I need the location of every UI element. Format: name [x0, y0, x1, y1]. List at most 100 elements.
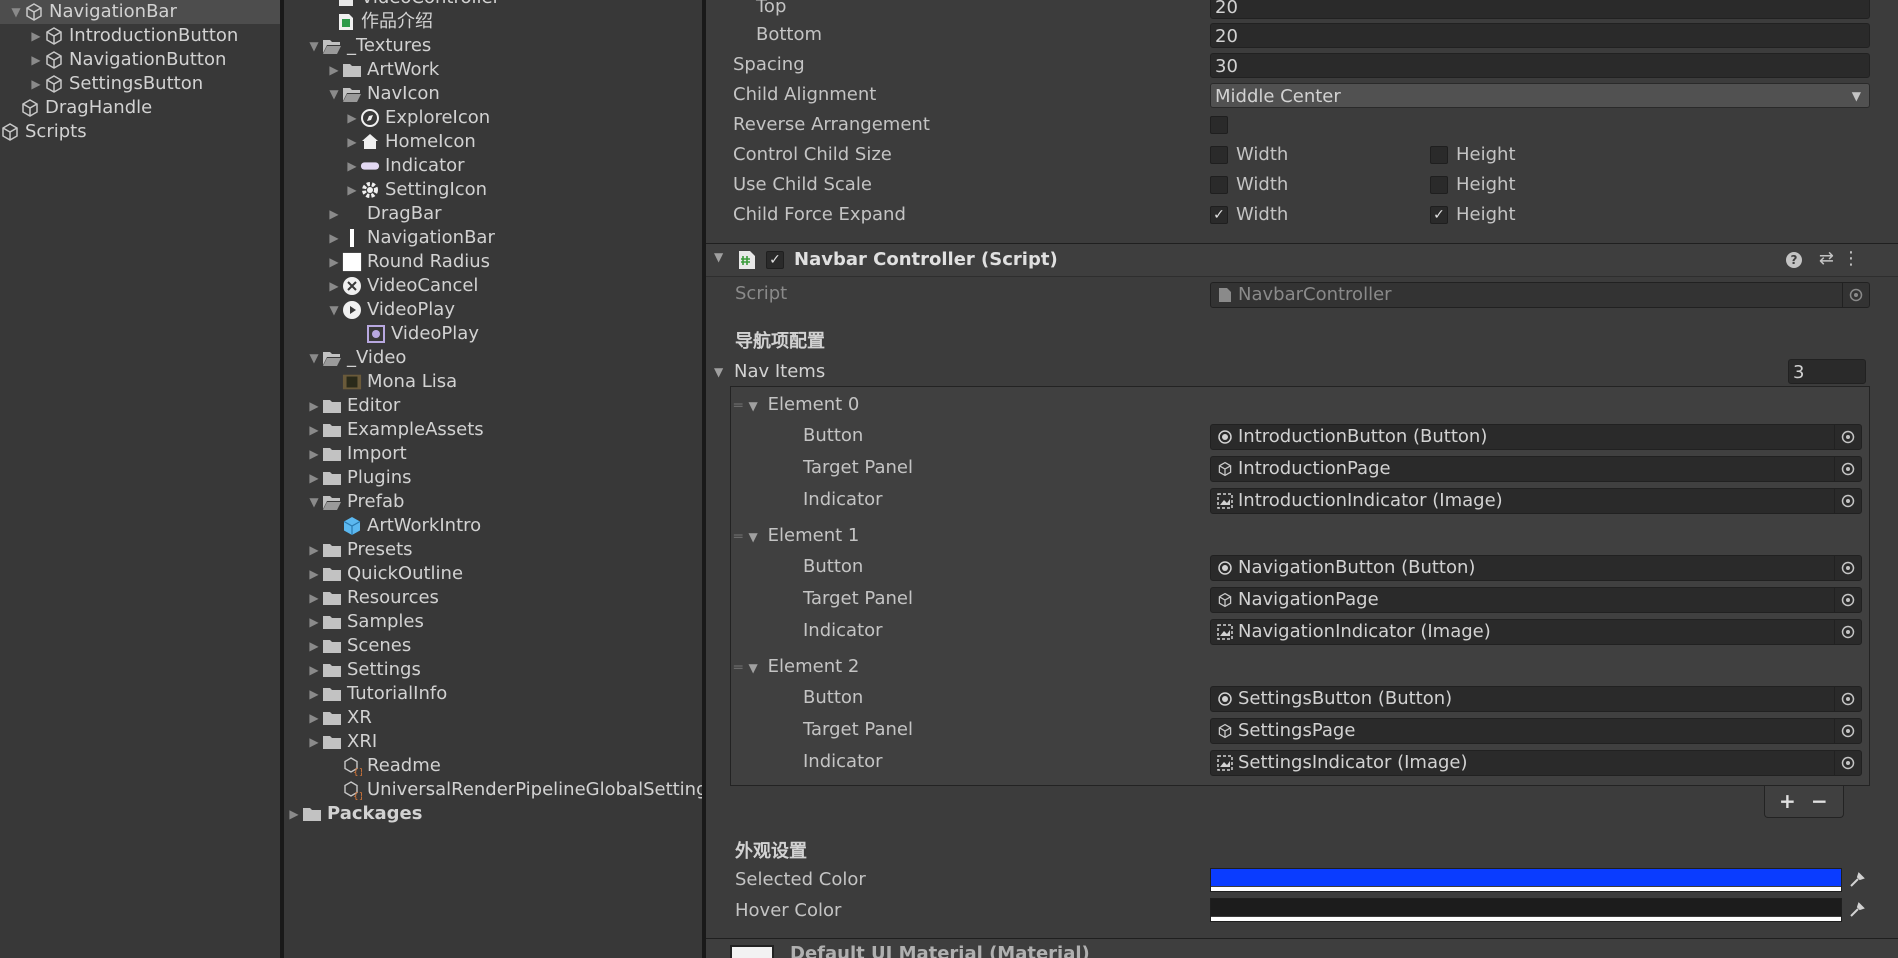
project-item[interactable]: ▶ Presets [306, 538, 412, 562]
child-alignment-dropdown[interactable]: Middle Center ▼ [1210, 83, 1870, 108]
chevron-right-icon[interactable]: ▶ [306, 682, 322, 706]
object-picker-icon[interactable] [1834, 489, 1861, 513]
hierarchy-item[interactable]: ▶ NavigationButton [0, 48, 280, 72]
chevron-down-icon[interactable]: ▼ [306, 346, 322, 370]
drag-handle-icon[interactable]: ═ [734, 660, 742, 676]
help-icon[interactable]: ? [1786, 252, 1802, 268]
element-foldout[interactable]: ═ ▼ Element 1 [734, 523, 859, 549]
indicator-object-field[interactable]: SettingsIndicator (Image) [1210, 750, 1862, 776]
preset-icon[interactable]: ⇄ [1819, 248, 1834, 269]
navbar-controller-header[interactable]: ▼ ✓ Navbar Controller (Script) ? ⇄ ⋮ [706, 243, 1898, 277]
project-item[interactable]: ▶ HomeIcon [344, 130, 475, 154]
control-width-checkbox[interactable] [1210, 146, 1228, 164]
project-item[interactable]: ▶ Plugins [306, 466, 411, 490]
project-item[interactable]: ArtWorkIntro [326, 514, 481, 538]
chevron-right-icon[interactable]: ▶ [306, 466, 322, 490]
project-item[interactable]: ▼ _Video [306, 346, 406, 370]
project-item[interactable]: ▶ XR [306, 706, 371, 730]
chevron-right-icon[interactable]: ▶ [306, 586, 322, 610]
project-item[interactable]: ▶ Scenes [306, 634, 411, 658]
project-item[interactable]: ▶ Editor [306, 394, 400, 418]
project-item[interactable]: ▶ NavigationBar [326, 226, 495, 250]
remove-element-button[interactable]: − [1811, 789, 1828, 813]
object-picker-icon[interactable] [1834, 719, 1861, 743]
chevron-right-icon[interactable]: ▶ [286, 802, 302, 826]
nav-items-count-field[interactable]: 3 [1788, 359, 1866, 384]
project-item[interactable]: 作品介绍 [336, 10, 433, 34]
chevron-right-icon[interactable]: ▶ [28, 24, 44, 48]
chevron-down-icon[interactable]: ▼ [8, 0, 24, 24]
chevron-down-icon[interactable]: ▼ [326, 82, 342, 106]
project-item[interactable]: ▼ NavIcon [326, 82, 439, 106]
eyedropper-icon[interactable] [1844, 868, 1870, 892]
chevron-right-icon[interactable]: ▶ [344, 130, 360, 154]
target-object-field[interactable]: SettingsPage [1210, 718, 1862, 744]
chevron-right-icon[interactable]: ▶ [326, 274, 342, 298]
project-item[interactable]: ▶ XRI [306, 730, 377, 754]
button-object-field[interactable]: SettingsButton (Button) [1210, 686, 1862, 712]
chevron-right-icon[interactable]: ▶ [306, 562, 322, 586]
project-item[interactable]: ▶ QuickOutline [306, 562, 463, 586]
foldout-arrow-icon[interactable]: ▼ [714, 250, 723, 264]
chevron-down-icon[interactable]: ▼ [306, 34, 322, 58]
material-header[interactable]: Default UI Material (Material) [706, 938, 1898, 958]
scale-height-checkbox[interactable] [1430, 176, 1448, 194]
chevron-right-icon[interactable]: ▶ [326, 58, 342, 82]
element-foldout[interactable]: ═ ▼ Element 0 [734, 392, 859, 418]
indicator-object-field[interactable]: NavigationIndicator (Image) [1210, 619, 1862, 645]
project-item[interactable]: ▶ Samples [306, 610, 424, 634]
scale-width-checkbox[interactable] [1210, 176, 1228, 194]
project-item[interactable]: ▶ Settings [306, 658, 420, 682]
target-object-field[interactable]: IntroductionPage [1210, 456, 1862, 482]
chevron-down-icon[interactable]: ▼ [326, 298, 342, 322]
project-item[interactable]: ▼ Prefab [306, 490, 404, 514]
button-object-field[interactable]: IntroductionButton (Button) [1210, 424, 1862, 450]
indicator-object-field[interactable]: IntroductionIndicator (Image) [1210, 488, 1862, 514]
drag-handle-icon[interactable]: ═ [734, 398, 742, 414]
hierarchy-item[interactable]: DragHandle [0, 96, 280, 120]
hierarchy-item[interactable]: ▼ NavigationBar [0, 0, 280, 24]
selected-color-field[interactable] [1210, 868, 1842, 892]
bottom-padding-field[interactable]: 20 [1210, 23, 1870, 48]
object-picker-icon[interactable] [1834, 687, 1861, 711]
reverse-arrangement-checkbox[interactable] [1210, 116, 1228, 134]
chevron-right-icon[interactable]: ▶ [344, 154, 360, 178]
project-item[interactable]: ▶ DragBar [326, 202, 441, 226]
chevron-down-icon[interactable]: ▼ [748, 399, 757, 413]
chevron-right-icon[interactable]: ▶ [306, 442, 322, 466]
project-item[interactable]: ▶ Round Radius [326, 250, 490, 274]
project-item[interactable]: VideoController [336, 0, 500, 10]
project-item[interactable]: VideoPlay [350, 322, 479, 346]
button-object-field[interactable]: NavigationButton (Button) [1210, 555, 1862, 581]
project-item[interactable]: ▶ ExampleAssets [306, 418, 483, 442]
chevron-right-icon[interactable]: ▶ [326, 202, 342, 226]
chevron-down-icon[interactable]: ▼ [748, 661, 757, 675]
chevron-right-icon[interactable]: ▶ [306, 394, 322, 418]
chevron-right-icon[interactable]: ▶ [306, 634, 322, 658]
eyedropper-icon[interactable] [1844, 898, 1870, 922]
chevron-right-icon[interactable]: ▶ [306, 610, 322, 634]
expand-height-checkbox[interactable]: ✓ [1430, 206, 1448, 224]
control-height-checkbox[interactable] [1430, 146, 1448, 164]
project-item[interactable]: ▶ Indicator [344, 154, 464, 178]
top-padding-field[interactable]: 20 [1210, 0, 1870, 19]
chevron-right-icon[interactable]: ▶ [306, 658, 322, 682]
hierarchy-item[interactable]: ▶ IntroductionButton [0, 24, 280, 48]
chevron-right-icon[interactable]: ▶ [306, 538, 322, 562]
project-item[interactable]: ▶ Import [306, 442, 406, 466]
element-foldout[interactable]: ═ ▼ Element 2 [734, 654, 859, 680]
chevron-right-icon[interactable]: ▶ [306, 418, 322, 442]
chevron-right-icon[interactable]: ▶ [28, 48, 44, 72]
hierarchy-item[interactable]: ▶ SettingsButton [0, 72, 280, 96]
expand-width-checkbox[interactable]: ✓ [1210, 206, 1228, 224]
object-picker-icon[interactable] [1834, 556, 1861, 580]
chevron-right-icon[interactable]: ▶ [306, 706, 322, 730]
project-item[interactable]: Mona Lisa [326, 370, 457, 394]
chevron-right-icon[interactable]: ▶ [344, 178, 360, 202]
add-element-button[interactable]: + [1779, 789, 1796, 813]
component-enabled-checkbox[interactable]: ✓ [766, 251, 784, 269]
project-item[interactable]: ▶ Packages [286, 802, 422, 826]
spacing-field[interactable]: 30 [1210, 53, 1870, 78]
chevron-right-icon[interactable]: ▶ [344, 106, 360, 130]
chevron-right-icon[interactable]: ▶ [306, 730, 322, 754]
